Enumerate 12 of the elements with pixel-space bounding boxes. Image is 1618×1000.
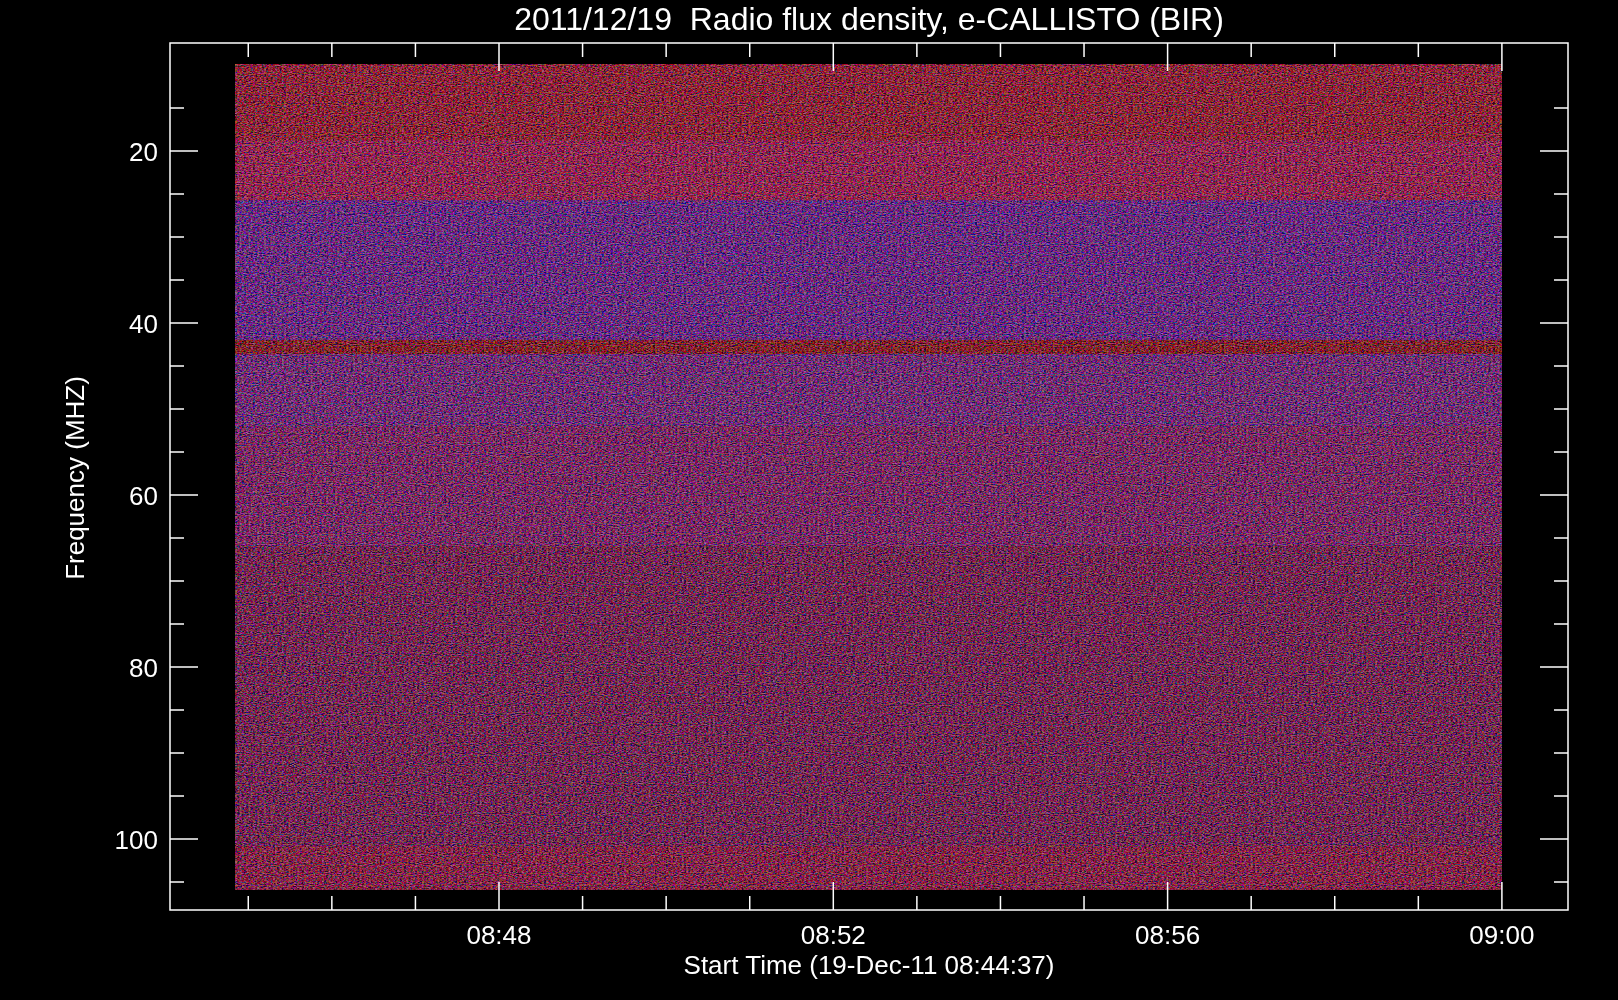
- y-tick-label: 100: [114, 825, 158, 855]
- chart-title: 2011/12/19 Radio flux density, e-CALLISTO (BIR): [514, 1, 1224, 37]
- y-axis-label: Frequency (MHZ): [60, 376, 90, 580]
- x-axis-label: Start Time (19-Dec-11 08:44:37): [683, 950, 1055, 980]
- x-tick-label: 08:56: [1135, 920, 1201, 950]
- x-tick-label: 09:00: [1469, 920, 1535, 950]
- y-tick-label: 40: [129, 309, 158, 339]
- y-tick-label: 60: [129, 481, 158, 511]
- y-tick-label: 20: [129, 137, 158, 167]
- y-tick-label: 80: [129, 653, 158, 683]
- x-tick-label: 08:48: [466, 920, 532, 950]
- x-tick-label: 08:52: [800, 920, 866, 950]
